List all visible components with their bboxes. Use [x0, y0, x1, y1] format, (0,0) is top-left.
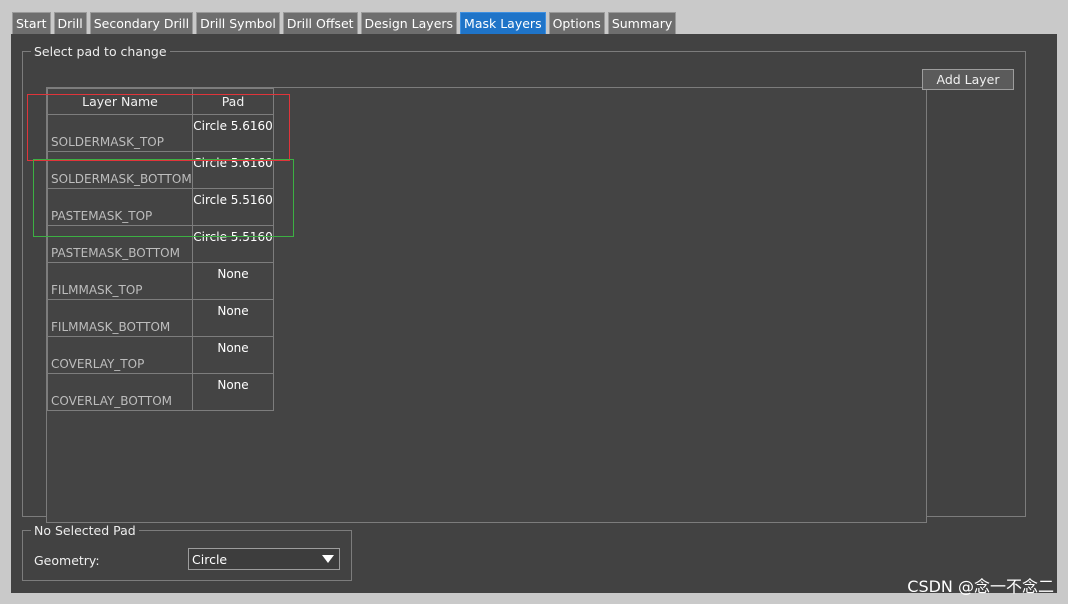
pad-value-text: None	[217, 304, 249, 318]
layer-name-cell[interactable]: FILMMASK_TOP	[47, 262, 193, 300]
geometry-select-value: Circle	[192, 552, 228, 567]
pad-value-text: None	[217, 267, 249, 281]
selected-pad-groupbox: No Selected Pad Geometry: Circle	[22, 523, 352, 581]
layer-name-cell[interactable]: FILMMASK_BOTTOM	[47, 299, 193, 337]
tab-drill-offset[interactable]: Drill Offset	[282, 12, 358, 34]
layer-name-cell[interactable]: COVERLAY_TOP	[47, 336, 193, 374]
pad-cell[interactable]: None	[192, 299, 274, 337]
add-layer-button[interactable]: Add Layer	[922, 69, 1014, 90]
geometry-select[interactable]: Circle	[188, 548, 340, 570]
layer-name-text: FILMMASK_BOTTOM	[51, 320, 171, 334]
table-row[interactable]: COVERLAY_TOP None	[47, 336, 274, 374]
pad-cell[interactable]: None	[192, 262, 274, 300]
tab-design-layers[interactable]: Design Layers	[360, 12, 458, 34]
pad-value-text: None	[217, 378, 249, 392]
pad-cell[interactable]: None	[192, 336, 274, 374]
tab-drill-symbol[interactable]: Drill Symbol	[196, 12, 280, 34]
table-row[interactable]: COVERLAY_BOTTOM None	[47, 373, 274, 411]
table-row[interactable]: FILMMASK_BOTTOM None	[47, 299, 274, 337]
tab-bar: Start Drill Secondary Drill Drill Symbol…	[12, 12, 677, 34]
tab-secondary-drill[interactable]: Secondary Drill	[89, 12, 194, 34]
pad-value-text: None	[217, 341, 249, 355]
tab-start[interactable]: Start	[12, 12, 51, 34]
table-row[interactable]: FILMMASK_TOP None	[47, 262, 274, 300]
layer-name-text: COVERLAY_TOP	[51, 357, 145, 371]
selected-pad-group-title: No Selected Pad	[31, 523, 139, 538]
chevron-down-icon[interactable]	[322, 555, 334, 563]
pastemask-highlight-box	[33, 159, 294, 237]
layer-name-text: FILMMASK_TOP	[51, 283, 143, 297]
layer-name-text: PASTEMASK_BOTTOM	[51, 246, 180, 260]
watermark-text: CSDN @念一不念二	[907, 577, 1054, 596]
layer-name-text: COVERLAY_BOTTOM	[51, 394, 173, 408]
geometry-label: Geometry:	[34, 553, 100, 568]
pad-cell[interactable]: None	[192, 373, 274, 411]
soldermask-highlight-box	[27, 94, 290, 161]
tab-mask-layers[interactable]: Mask Layers	[460, 12, 546, 34]
layer-name-cell[interactable]: COVERLAY_BOTTOM	[47, 373, 193, 411]
tab-drill[interactable]: Drill	[53, 12, 87, 34]
tab-options[interactable]: Options	[548, 12, 605, 34]
tab-summary[interactable]: Summary	[607, 12, 677, 34]
select-pad-group-title: Select pad to change	[31, 44, 170, 59]
